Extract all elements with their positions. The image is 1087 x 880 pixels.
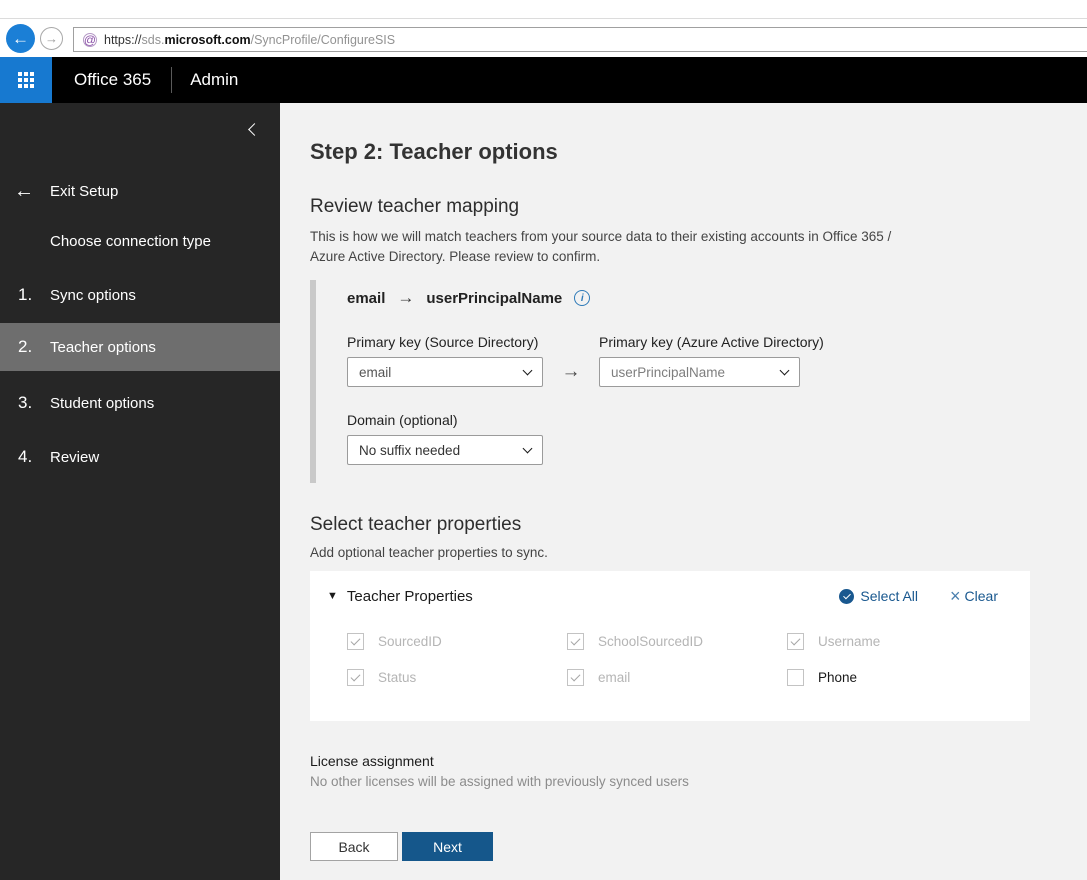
app-launcher-button[interactable] xyxy=(0,57,52,103)
checkbox-label: SourcedID xyxy=(378,634,442,649)
exit-setup-label: Exit Setup xyxy=(50,182,119,200)
domain-label: Domain (optional) xyxy=(347,412,458,428)
checkbox-label: email xyxy=(598,670,631,685)
wizard-actions: Back Next xyxy=(310,832,1087,861)
admin-link[interactable]: Admin xyxy=(184,70,244,90)
checkbox-label: Status xyxy=(378,670,417,685)
x-icon: × xyxy=(950,586,961,606)
step-number: 4. xyxy=(18,447,33,466)
select-all-button[interactable]: Select All xyxy=(839,588,918,604)
card-actions: Select All × Clear xyxy=(839,587,998,605)
exit-setup-button[interactable]: ← Exit Setup xyxy=(0,175,280,207)
mapping-labels-row: Primary key (Source Directory) Primary k… xyxy=(347,334,1087,350)
clear-label: Clear xyxy=(964,588,998,604)
url-scheme: https:// xyxy=(104,32,142,47)
site-icon: @ xyxy=(83,32,97,47)
property-item: Username xyxy=(787,633,1007,650)
step-label: Teacher options xyxy=(50,338,156,356)
target-key-label: Primary key (Azure Active Directory) xyxy=(599,334,824,350)
property-item: SchoolSourcedID xyxy=(567,633,787,650)
suite-bar-divider xyxy=(171,67,173,93)
sidebar-item-student-options[interactable]: 3. Student options xyxy=(0,379,280,427)
group-label: Teacher Properties xyxy=(346,587,473,605)
browser-chrome: ← → @ https://sds.microsoft.com/SyncProf… xyxy=(0,0,1087,57)
info-icon[interactable]: i xyxy=(574,290,591,306)
main-content: Step 2: Teacher options Review teacher m… xyxy=(280,103,1087,880)
property-item: email xyxy=(567,669,787,686)
properties-description: Add optional teacher properties to sync. xyxy=(310,545,548,560)
chevron-down-icon xyxy=(779,365,790,375)
checkbox-label: SchoolSourcedID xyxy=(598,634,704,649)
properties-section-heading: Select teacher properties xyxy=(310,514,522,535)
checkbox-schoolsourcedid xyxy=(567,633,584,650)
properties-grid: SourcedID SchoolSourcedID Username Statu… xyxy=(310,605,1030,686)
property-item: Phone xyxy=(787,669,1007,686)
checkbox-username xyxy=(787,633,804,650)
license-description: No other licenses will be assigned with … xyxy=(310,774,689,789)
next-button[interactable]: Next xyxy=(402,832,493,861)
step-label: Sync options xyxy=(50,286,136,304)
browser-back-button[interactable]: ← xyxy=(6,24,35,53)
chevron-left-icon xyxy=(248,123,261,136)
checkbox-status xyxy=(347,669,364,686)
teacher-properties-card: ▼ Teacher Properties Select All × Clear … xyxy=(310,571,1030,721)
checkbox-phone[interactable] xyxy=(787,669,804,686)
card-header: ▼ Teacher Properties Select All × Clear xyxy=(310,571,1030,605)
step-label: Review xyxy=(50,448,100,466)
mapping-selects-row: email → userPrincipalName xyxy=(347,357,1087,387)
domain-value: No suffix needed xyxy=(359,442,461,458)
target-key-dropdown[interactable]: userPrincipalName xyxy=(599,357,800,387)
summary-source: email xyxy=(347,289,386,307)
step-number: 1. xyxy=(18,285,33,304)
property-item: SourcedID xyxy=(347,633,567,650)
sidebar-item-teacher-options[interactable]: 2. Teacher options xyxy=(0,323,280,371)
source-key-dropdown[interactable]: email xyxy=(347,357,543,387)
check-circle-icon xyxy=(839,588,855,604)
mapping-description: This is how we will match teachers from … xyxy=(310,229,892,264)
back-arrow-icon: ← xyxy=(14,179,34,202)
target-key-value: userPrincipalName xyxy=(611,364,726,380)
office-365-link[interactable]: Office 365 xyxy=(66,70,159,90)
url-subdomain: sds. xyxy=(141,32,165,47)
source-key-value: email xyxy=(359,364,392,380)
summary-target: userPrincipalName xyxy=(426,289,563,307)
browser-forward-button[interactable]: → xyxy=(40,27,63,50)
checkbox-email xyxy=(567,669,584,686)
right-arrow-icon: → xyxy=(561,361,581,382)
step-number: 3. xyxy=(18,393,33,412)
window-divider xyxy=(0,18,1087,19)
address-input[interactable]: https://sds.microsoft.com/SyncProfile/Co… xyxy=(104,33,395,47)
mapping-block: email → userPrincipalName i Primary key … xyxy=(310,280,1087,483)
collapse-triangle-icon[interactable]: ▼ xyxy=(327,590,338,602)
address-bar[interactable]: @ https://sds.microsoft.com/SyncProfile/… xyxy=(73,27,1087,52)
clear-button[interactable]: × Clear xyxy=(950,587,998,605)
checkbox-sourcedid xyxy=(347,633,364,650)
sidebar-collapse-button[interactable] xyxy=(248,121,262,136)
step-number: 2. xyxy=(18,337,33,356)
sidebar-item-choose-connection-type[interactable]: Choose connection type xyxy=(50,233,211,250)
step-label: Student options xyxy=(50,394,155,412)
sidebar-item-review[interactable]: 4. Review xyxy=(0,433,280,481)
url-path: /SyncProfile/ConfigureSIS xyxy=(250,32,396,47)
source-key-label: Primary key (Source Directory) xyxy=(347,334,539,350)
mapping-section-heading: Review teacher mapping xyxy=(310,196,520,217)
select-all-label: Select All xyxy=(860,588,919,604)
right-arrow-icon: → xyxy=(397,288,415,307)
checkbox-label: Username xyxy=(818,634,881,649)
page-title: Step 2: Teacher options xyxy=(310,139,558,164)
back-button[interactable]: Back xyxy=(310,832,398,861)
sidebar-item-sync-options[interactable]: 1. Sync options xyxy=(0,271,280,319)
chevron-down-icon xyxy=(522,365,533,375)
property-item: Status xyxy=(347,669,567,686)
url-domain: microsoft.com xyxy=(164,32,251,47)
domain-select-row: No suffix needed xyxy=(347,435,1087,465)
domain-dropdown[interactable]: No suffix needed xyxy=(347,435,543,465)
waffle-icon xyxy=(18,72,34,88)
checkbox-label: Phone xyxy=(818,670,858,685)
setup-sidebar: ← Exit Setup Choose connection type 1. S… xyxy=(0,103,280,880)
suite-bar: Office 365 Admin xyxy=(0,57,1087,103)
mapping-summary: email → userPrincipalName i xyxy=(347,288,1087,308)
license-heading: License assignment xyxy=(310,753,434,769)
chevron-down-icon xyxy=(522,443,533,453)
